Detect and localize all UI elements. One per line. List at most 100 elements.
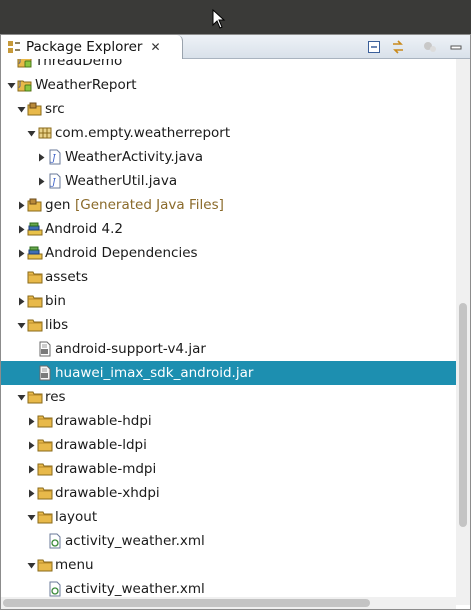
chevron-right-icon[interactable] [26, 416, 36, 426]
folder-icon [37, 413, 53, 429]
minimize-icon [450, 45, 462, 50]
tab-package-explorer[interactable]: Package Explorer ✕ [1, 35, 183, 59]
folder-icon [27, 317, 43, 333]
xml-file-icon [47, 581, 63, 597]
tree-item[interactable]: src [1, 97, 456, 121]
view-tab-bar: Package Explorer ✕ [1, 35, 470, 59]
tree-item-label: com.empty.weatherreport [55, 125, 231, 141]
minimize-view-button[interactable] [447, 38, 465, 56]
tree-item-label: libs [45, 317, 69, 333]
library-icon [27, 221, 43, 237]
chevron-right-icon[interactable] [26, 440, 36, 450]
tree-item-label: menu [55, 557, 94, 573]
tree-item-label: drawable-xhdpi [55, 485, 160, 501]
tree-item[interactable]: Android Dependencies [1, 241, 456, 265]
tree-item[interactable]: drawable-hdpi [1, 409, 456, 433]
chevron-right-icon[interactable] [16, 296, 26, 306]
source-folder-icon [27, 101, 43, 117]
tree-item[interactable]: gen [Generated Java Files] [1, 193, 456, 217]
chevron-right-icon[interactable] [26, 464, 36, 474]
tree-item-label: WeatherUtil.java [65, 173, 178, 189]
tree-item[interactable]: assets [1, 265, 456, 289]
tree-item-label: huawei_imax_sdk_android.jar [55, 365, 254, 381]
project-tree: J ThreadDemo J WeatherReport src com.empty.we… [1, 59, 456, 605]
tree-item-label: src [45, 101, 65, 117]
tree-item-label: res [45, 389, 66, 405]
chevron-right-icon[interactable] [26, 488, 36, 498]
tree-item[interactable]: Android 4.2 [1, 217, 456, 241]
tree-item[interactable]: com.empty.weatherreport [1, 121, 456, 145]
horizontal-scroll-thumb[interactable] [3, 599, 370, 607]
tree-item-decoration: [Generated Java Files] [75, 197, 224, 213]
tree-item-label: gen [45, 197, 71, 213]
android-project-icon: J [17, 77, 33, 93]
tree-item-label: bin [45, 293, 66, 309]
chevron-down-icon[interactable] [26, 512, 36, 522]
chevron-right-icon[interactable] [36, 152, 46, 162]
chevron-down-icon[interactable] [6, 80, 16, 90]
tree-item[interactable]: bin [1, 289, 456, 313]
chevron-down-icon[interactable] [16, 320, 26, 330]
library-icon [27, 245, 43, 261]
collapse-all-button[interactable] [365, 38, 383, 56]
package-explorer-view: Package Explorer ✕ J ThreadDemo J Weathe… [0, 34, 471, 610]
close-icon[interactable]: ✕ [150, 40, 160, 54]
horizontal-scrollbar[interactable] [1, 597, 456, 609]
chevron-down-icon[interactable] [26, 560, 36, 570]
tree-item[interactable]: drawable-ldpi [1, 433, 456, 457]
tree-item[interactable]: huawei_imax_sdk_android.jar [1, 361, 456, 385]
chevron-right-icon[interactable] [16, 224, 26, 234]
java-file-icon: J [47, 149, 63, 165]
package-icon [37, 125, 53, 141]
chevron-right-icon[interactable] [16, 200, 26, 210]
tab-title: Package Explorer [26, 39, 143, 55]
tree-item-label: activity_weather.xml [65, 533, 205, 549]
chevron-down-icon[interactable] [16, 104, 26, 114]
chevron-right-icon[interactable] [16, 248, 26, 258]
link-with-editor-button[interactable] [389, 38, 407, 56]
tree-item[interactable]: drawable-xhdpi [1, 481, 456, 505]
folder-icon [37, 461, 53, 477]
tree-item-label: WeatherReport [35, 77, 137, 93]
tree-item-label: layout [55, 509, 98, 525]
vertical-scroll-thumb[interactable] [459, 303, 467, 527]
folder-icon [37, 509, 53, 525]
view-menu-button[interactable] [421, 38, 439, 56]
package-explorer-icon [8, 41, 20, 53]
svg-text:J: J [18, 59, 21, 64]
source-folder-icon [27, 197, 43, 213]
chevron-down-icon[interactable] [26, 128, 36, 138]
tree-item[interactable]: activity_weather.xml [1, 529, 456, 553]
link-with-editor-icon [393, 40, 403, 54]
folder-icon [37, 437, 53, 453]
tree-item[interactable]: android-support-v4.jar [1, 337, 456, 361]
tree-item-label: drawable-hdpi [55, 413, 152, 429]
tree-item[interactable]: menu [1, 553, 456, 577]
tree-item-label: Android 4.2 [45, 221, 123, 237]
tree-item-label: Android Dependencies [45, 245, 198, 261]
tree-item[interactable]: J WeatherActivity.java [1, 145, 456, 169]
folder-icon [37, 557, 53, 573]
tree-item-label: ThreadDemo [35, 59, 123, 69]
folder-icon [27, 389, 43, 405]
tree-item-label: drawable-ldpi [55, 437, 147, 453]
xml-file-icon [47, 533, 63, 549]
chevron-right-icon[interactable] [36, 176, 46, 186]
tree-item[interactable]: layout [1, 505, 456, 529]
android-project-icon: J [17, 59, 33, 69]
tree-item[interactable]: libs [1, 313, 456, 337]
tree-item[interactable]: res [1, 385, 456, 409]
folder-icon [27, 293, 43, 309]
collapse-all-icon [368, 41, 380, 53]
tree-item[interactable]: J ThreadDemo [1, 59, 456, 73]
tree-item-label: assets [45, 269, 88, 285]
tree-item-label: drawable-mdpi [55, 461, 157, 477]
tree-item[interactable]: drawable-mdpi [1, 457, 456, 481]
tree-item-label: android-support-v4.jar [55, 341, 206, 357]
tree-item[interactable]: J WeatherUtil.java [1, 169, 456, 193]
chevron-down-icon[interactable] [16, 392, 26, 402]
view-menu-icon [424, 42, 436, 52]
vertical-scrollbar[interactable] [456, 59, 470, 605]
tree-item[interactable]: J WeatherReport [1, 73, 456, 97]
svg-text:J: J [18, 80, 21, 88]
